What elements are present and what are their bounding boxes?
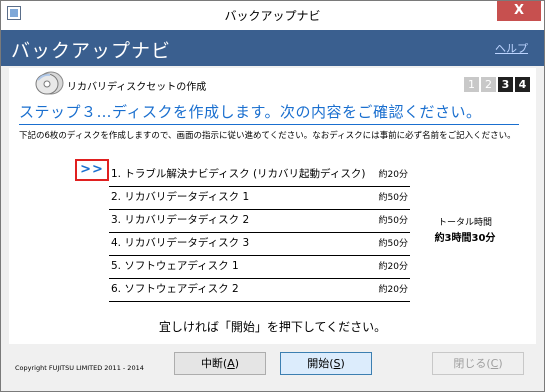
disc-row: 6. ソフトウェアディスク 2 約20分: [109, 279, 410, 302]
disc-row: 4. リカバリデータディスク 3 約50分: [109, 233, 410, 256]
start-button[interactable]: 開始(S): [280, 352, 372, 375]
disc-time: 約20分: [378, 170, 408, 180]
disc-name: 6. ソフトウェアディスク 2: [111, 283, 239, 295]
disc-row: 3. リカバリデータディスク 2 約50分: [109, 210, 410, 233]
disc-time: 約50分: [378, 216, 408, 226]
header-band: バックアップナビ ヘルプ: [1, 30, 544, 66]
step-heading: ステップ３…ディスクを作成します。次の内容をご確認ください。: [19, 103, 482, 121]
total-time: トータル時間 約3時間30分: [419, 215, 511, 244]
disc-row: 2. リカバリデータディスク 1 約50分: [109, 187, 410, 210]
disc-time: 約50分: [378, 193, 408, 203]
title-bar[interactable]: バックアップナビ X: [1, 1, 544, 30]
close-button[interactable]: 閉じる(C): [432, 352, 524, 375]
disc-name: 5. ソフトウェアディスク 1: [111, 260, 239, 272]
copyright-text: Copyright FUJITSU LIMITED 2011 - 2014: [15, 364, 144, 372]
app-window: バックアップナビ X バックアップナビ ヘルプ リカバリディスクセットの作成 1…: [0, 0, 545, 392]
step-4: 4: [515, 77, 530, 92]
instruction-text: 下記の6枚のディスクを作成しますので、画面の指示に従い進めてください。なおディス…: [19, 131, 516, 141]
disc-row: 1. トラブル解決ナビディスク (リカバリ起動ディスク) 約20分: [109, 164, 410, 187]
window-title: バックアップナビ: [224, 9, 321, 23]
total-time-label: トータル時間: [437, 218, 492, 228]
start-suffix: ): [340, 357, 345, 370]
disc-list: 1. トラブル解決ナビディスク (リカバリ起動ディスク) 約20分 2. リカバ…: [109, 164, 410, 302]
interrupt-suffix: ): [234, 357, 240, 370]
confirm-text: 宜しければ「開始」を押下してください。: [158, 320, 387, 334]
disc-name: 4. リカバリデータディスク 3: [111, 237, 250, 249]
step-2: 2: [481, 77, 496, 92]
section-title: リカバリディスクセットの作成: [67, 82, 207, 93]
window-close-button[interactable]: X: [497, 1, 541, 21]
interrupt-button[interactable]: 中断(A): [174, 352, 266, 375]
heading-divider: [19, 124, 519, 125]
step-indicator: 1 2 3 4: [464, 77, 530, 92]
disc-icon: [35, 71, 64, 95]
disc-name: 1. トラブル解決ナビディスク (リカバリ起動ディスク): [111, 168, 366, 180]
help-link[interactable]: ヘルプ: [495, 40, 528, 56]
step-3-current: 3: [498, 77, 513, 92]
close-label: 閉じる(: [453, 357, 491, 370]
page-title: バックアップナビ: [11, 40, 172, 62]
total-time-value: 約3時間30分: [434, 233, 496, 244]
step-1: 1: [464, 77, 479, 92]
disc-time: 約20分: [378, 262, 408, 272]
disc-name: 2. リカバリデータディスク 1: [111, 191, 250, 203]
interrupt-accesskey: A: [227, 357, 235, 370]
interrupt-label: 中断(: [200, 357, 228, 370]
disc-time: 約20分: [378, 285, 408, 295]
disc-row: 5. ソフトウェアディスク 1 約20分: [109, 256, 410, 279]
start-label: 開始(: [307, 357, 334, 370]
main-panel: リカバリディスクセットの作成 1 2 3 4 ステップ３…ディスクを作成します。…: [9, 68, 536, 344]
close-suffix: ): [498, 357, 503, 370]
disc-time: 約50分: [378, 239, 408, 249]
disc-name: 3. リカバリデータディスク 2: [111, 214, 250, 226]
current-disc-marker: >>: [75, 159, 109, 181]
